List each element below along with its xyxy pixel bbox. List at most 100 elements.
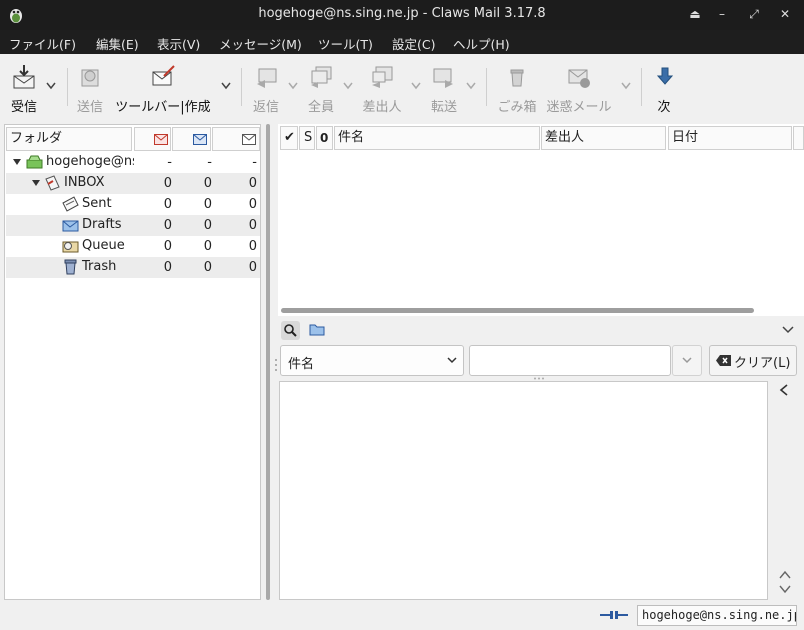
spam-button[interactable]: 迷惑メール [546,64,612,115]
toolbar-separator [486,68,487,106]
menu-bar: ファイル(F) 編集(E) 表示(V) メッセージ(M) ツール(T) 設定(C… [0,30,804,54]
reply-menu-chevron-icon[interactable] [288,82,298,90]
chevron-left-icon[interactable] [779,384,789,396]
column-header-from[interactable]: 差出人 [541,126,666,150]
column-header-attachment[interactable]: 0 [316,126,333,150]
forward-menu-chevron-icon[interactable] [466,82,476,90]
trash-button[interactable]: ごみ箱 [496,64,538,115]
receive-mail-icon [13,65,35,89]
column-header-status[interactable]: S [299,126,315,150]
new-count: 0 [163,197,172,212]
close-button[interactable]: ✕ [776,5,794,23]
new-count: 0 [163,218,172,233]
queue-icon [62,241,79,253]
folder-search-icon[interactable] [309,323,325,336]
folder-row-account[interactable]: hogehoge@ns - - - [6,152,260,173]
drafts-icon [62,220,79,232]
collapse-triangle-icon[interactable] [32,179,40,187]
toolbar-separator [241,68,242,106]
total-count: 0 [248,197,257,212]
receive-button[interactable]: 受信 [8,64,40,115]
horizontal-splitter-handle[interactable] [533,377,545,380]
folder-row-trash[interactable]: Trash 0 0 0 [6,257,260,278]
inbox-icon [45,175,60,191]
folder-name: hogehoge@ns [46,154,134,169]
send-queue-icon [81,69,99,87]
compose-menu-chevron-icon[interactable] [221,82,231,90]
compose-button[interactable]: ツールバー|作成 [114,64,212,115]
column-header-extra[interactable] [793,126,804,150]
collapse-triangle-icon[interactable] [13,158,21,166]
total-column-header[interactable] [212,127,260,151]
reply-button[interactable]: 返信 [250,64,282,115]
reply-all-menu-chevron-icon[interactable] [343,82,353,90]
folder-name: Sent [82,196,112,211]
trash-can-icon [510,69,524,87]
forward-button[interactable]: 転送 [428,64,460,115]
menu-message[interactable]: メッセージ(M) [219,34,302,53]
column-header-date[interactable]: 日付 [668,126,792,150]
menu-help[interactable]: ヘルプ(H) [453,34,510,53]
reply-all-icon [311,66,332,88]
reply-all-button[interactable]: 全員 [305,64,337,115]
folder-row-queue[interactable]: Queue 0 0 0 [6,236,260,257]
message-list: ✔ S 0 件名 差出人 日付 [278,124,804,316]
main-area: 受信 送信 ツールバー|作成 返信 全員 差出人 転送 ごみ箱 迷惑メール 次 … [0,54,804,630]
folder-column-header[interactable]: フォルダ [6,127,132,151]
scroll-up-icon[interactable] [779,570,791,579]
status-bar: hogehoge@ns.sing.ne.jp [0,600,804,630]
toolbar-separator [641,68,642,106]
drag-handle[interactable] [274,358,278,372]
folder-row-inbox[interactable]: INBOX 0 0 0 [6,173,260,194]
total-count: - [252,155,257,170]
account-mailbox-icon [26,155,43,169]
search-history-button[interactable] [672,345,702,376]
new-count: - [167,155,172,170]
reply-sender-menu-chevron-icon[interactable] [411,82,421,90]
search-field-select[interactable]: 件名 [280,345,464,376]
chevron-down-icon[interactable] [782,326,794,334]
account-status: hogehoge@ns.sing.ne.jp [637,605,797,626]
reply-icon [257,68,277,88]
online-connection-icon[interactable] [600,610,628,620]
folder-name: Trash [82,259,117,274]
receive-menu-chevron-icon[interactable] [46,82,56,90]
unread-count: 0 [203,218,212,233]
menu-tools[interactable]: ツール(T) [318,34,373,53]
search-input[interactable] [469,345,671,376]
new-column-header[interactable] [134,127,171,151]
next-button[interactable]: 次 [652,64,676,115]
trash-folder-icon [64,259,77,275]
folder-tree: フォルダ hogehoge@ns - - - INBOX 0 0 0 Sent … [4,124,261,600]
menu-file[interactable]: ファイル(F) [9,34,76,53]
message-list-horizontal-scrollbar[interactable] [281,308,754,313]
column-header-check[interactable]: ✔ [280,126,298,150]
new-count: 0 [163,260,172,275]
folder-row-drafts[interactable]: Drafts 0 0 0 [6,215,260,236]
forward-icon [433,68,453,88]
unread-count: 0 [203,197,212,212]
scroll-down-icon[interactable] [779,585,791,594]
folder-row-sent[interactable]: Sent 0 0 0 [6,194,260,215]
clear-search-button[interactable]: クリア(L) [709,345,797,376]
eject-button[interactable]: ⏏ [686,5,704,23]
reply-sender-icon [372,66,393,88]
message-view[interactable] [279,381,768,600]
pane-splitter[interactable] [265,124,271,600]
unread-column-header[interactable] [172,127,211,151]
chevron-down-icon [682,357,692,364]
spam-menu-chevron-icon[interactable] [621,82,631,90]
maximize-button[interactable]: ⤢ [745,5,763,23]
menu-view[interactable]: 表示(V) [157,34,200,53]
title-bar: hogehoge@ns.sing.ne.jp - Claws Mail 3.17… [0,0,804,30]
column-header-subject[interactable]: 件名 [334,126,540,150]
toolbar-separator [67,68,68,106]
reply-to-sender-button[interactable]: 差出人 [360,64,404,115]
search-toggle-button[interactable] [281,321,300,340]
total-count: 0 [248,260,257,275]
send-button[interactable]: 送信 [74,64,106,115]
menu-config[interactable]: 設定(C) [392,34,435,53]
toolbar: 受信 送信 ツールバー|作成 返信 全員 差出人 転送 ごみ箱 迷惑メール 次 [0,54,804,120]
minimize-button[interactable]: – [713,5,731,23]
menu-edit[interactable]: 編集(E) [96,34,139,53]
